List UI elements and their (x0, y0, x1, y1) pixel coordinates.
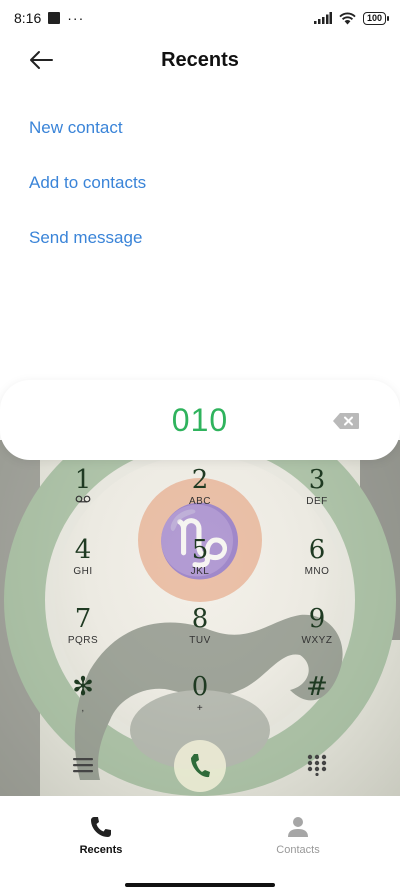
home-indicator[interactable] (125, 883, 275, 887)
backspace-icon (333, 413, 359, 429)
bottom-nav: Recents Contacts (0, 796, 400, 889)
menu-button[interactable] (66, 750, 100, 780)
key-digit: 1 (74, 465, 92, 495)
battery-icon: 100 (362, 11, 390, 25)
key-0[interactable]: 0 + (155, 672, 245, 734)
key-3[interactable]: 3 DEF (272, 465, 362, 527)
key-digit: 0 (191, 672, 209, 702)
key-letters: , (81, 703, 85, 714)
new-contact-link[interactable]: New contact (29, 118, 123, 138)
dialpad-icon (307, 754, 327, 776)
nav-label: Recents (79, 844, 123, 856)
voicemail-icon (75, 495, 91, 503)
key-letters: WXYZ (301, 635, 333, 646)
key-digit: 7 (74, 604, 92, 634)
status-left: 8:16 ··· (14, 10, 84, 26)
send-message-link[interactable]: Send message (29, 228, 142, 248)
add-to-contacts-link[interactable]: Add to contacts (29, 173, 146, 193)
menu-icon (73, 758, 93, 773)
key-letters: PQRS (67, 635, 99, 646)
key-digit: 5 (191, 535, 209, 565)
phone-icon (191, 754, 210, 778)
signal-icon (313, 12, 332, 24)
nav-label: Contacts (276, 844, 320, 856)
key-2[interactable]: 2 ABC (155, 465, 245, 527)
key-letters: MNO (304, 566, 330, 577)
key-letters: ABC (188, 496, 212, 507)
key-letters: TUV (189, 635, 211, 646)
key-letters: GHI (73, 566, 93, 577)
key-6[interactable]: 6 MNO (272, 535, 362, 597)
key-4[interactable]: 4 GHI (38, 535, 128, 597)
page-title: Recents (161, 48, 239, 71)
status-time: 8:16 (14, 10, 42, 26)
status-right: 100 (313, 11, 390, 25)
key-letters: JKL (190, 566, 210, 577)
key-letters: DEF (306, 496, 328, 507)
arrow-left-icon (30, 51, 53, 69)
number-display: 010 (0, 380, 400, 460)
key-8[interactable]: 8 TUV (155, 604, 245, 666)
status-bar: 8:16 ··· 100 (0, 0, 400, 36)
more-notifications-icon: ··· (67, 10, 85, 26)
key-letters: + (196, 703, 204, 714)
back-button[interactable] (24, 46, 58, 74)
key-digit: 4 (74, 535, 92, 565)
phone-icon (91, 817, 111, 837)
dialed-number: 010 (171, 401, 229, 438)
nav-contacts[interactable]: Contacts (238, 816, 358, 856)
key-digit: 9 (308, 604, 326, 634)
key-5[interactable]: 5 JKL (155, 535, 245, 597)
key-9[interactable]: 9 WXYZ (272, 604, 362, 666)
key-digit: ✻ (72, 672, 94, 702)
key-7[interactable]: 7 PQRS (38, 604, 128, 666)
person-icon (288, 817, 308, 837)
key-digit: # (306, 672, 328, 702)
key-digit: 2 (191, 465, 209, 495)
wifi-icon (339, 12, 356, 24)
key-hash[interactable]: # (272, 672, 362, 734)
key-1[interactable]: 1 (38, 465, 128, 527)
key-star[interactable]: ✻ , (38, 672, 128, 734)
key-digit: 8 (191, 604, 209, 634)
call-button[interactable] (174, 740, 226, 792)
key-digit: 6 (308, 535, 326, 565)
nav-recents[interactable]: Recents (41, 816, 161, 856)
key-digit: 3 (308, 465, 326, 495)
backspace-button[interactable] (332, 412, 360, 430)
dialpad-toggle-button[interactable] (300, 750, 334, 780)
notification-icon (48, 12, 61, 24)
header: Recents (0, 40, 400, 80)
